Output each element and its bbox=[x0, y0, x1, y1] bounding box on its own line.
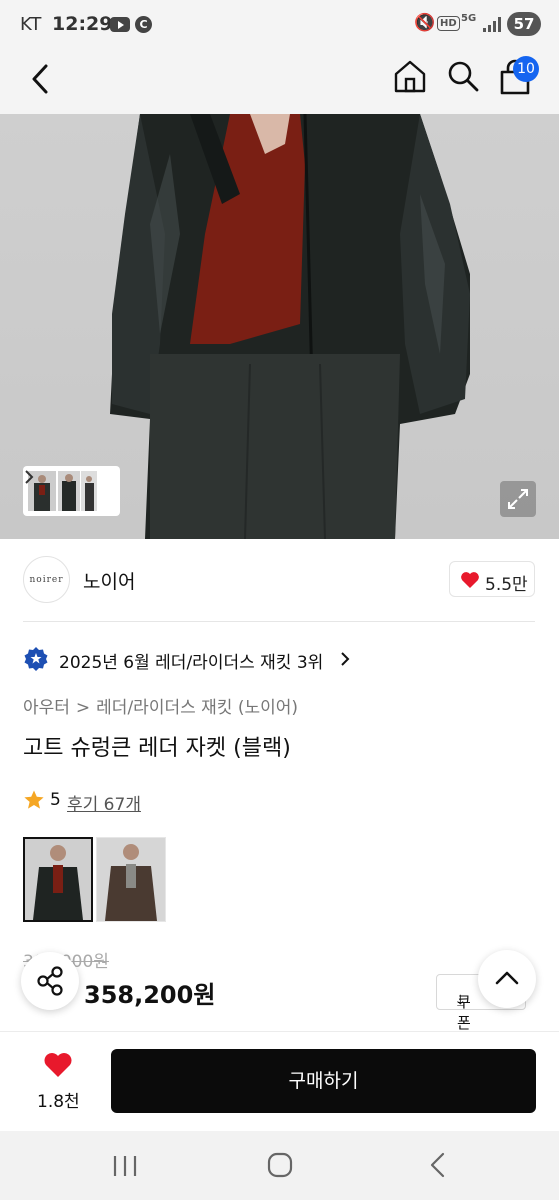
gallery-thumbnail bbox=[81, 471, 97, 511]
star-icon bbox=[24, 790, 44, 809]
divider bbox=[23, 621, 535, 622]
breadcrumb-subcategory[interactable]: 레더/라이더스 재킷 (노이어) bbox=[96, 698, 298, 718]
search-icon[interactable] bbox=[446, 59, 480, 93]
hd-voice-icon: HD bbox=[437, 16, 460, 31]
scroll-to-top-button[interactable] bbox=[478, 950, 536, 1008]
product-image[interactable] bbox=[0, 114, 559, 539]
cart-button[interactable]: 10 bbox=[497, 56, 539, 96]
variant-thumbnail bbox=[25, 839, 91, 920]
ranking-link[interactable]: 2025년 6월 레더/라이더스 재킷 3위 bbox=[23, 644, 543, 674]
buy-button[interactable]: 구매하기 bbox=[111, 1049, 536, 1113]
cart-count-badge: 10 bbox=[513, 56, 539, 82]
brand-logo[interactable]: noirer bbox=[23, 556, 70, 603]
expand-icon bbox=[508, 489, 528, 509]
coupon-label: 쿠폰 bbox=[457, 993, 471, 1032]
brand-name[interactable]: 노이어 bbox=[83, 567, 135, 594]
carrier-label: KT bbox=[20, 14, 42, 35]
home-icon[interactable] bbox=[392, 58, 428, 94]
gallery-thumbnail-strip[interactable] bbox=[23, 466, 120, 516]
chevron-right-icon bbox=[341, 652, 350, 666]
chevron-right-icon bbox=[25, 470, 34, 484]
share-icon bbox=[37, 966, 63, 996]
gallery-thumbnail bbox=[58, 471, 80, 511]
breadcrumb-separator: > bbox=[75, 698, 91, 718]
status-bar: KT 12:29 C 🔇 HD 5G 57 bbox=[0, 0, 559, 48]
ranking-text: 2025년 6월 레더/라이더스 재킷 3위 bbox=[59, 653, 324, 673]
app-bar: 10 bbox=[0, 48, 559, 166]
brand-like-button[interactable]: 5.5만 bbox=[449, 561, 535, 597]
home-nav-icon[interactable] bbox=[267, 1152, 293, 1178]
ranking-medal-icon bbox=[24, 647, 48, 671]
battery-indicator: 57 bbox=[507, 12, 541, 36]
review-count-link[interactable]: 후기 67개 bbox=[67, 790, 141, 815]
signal-icon bbox=[483, 17, 501, 32]
wishlist-count: 1.8천 bbox=[37, 1092, 80, 1112]
mute-icon: 🔇 bbox=[414, 13, 436, 33]
system-navigation-bar bbox=[0, 1131, 559, 1200]
heart-icon bbox=[461, 572, 479, 588]
brand-row[interactable]: noirer 노이어 5.5만 bbox=[0, 539, 559, 622]
wishlist-heart-icon[interactable] bbox=[43, 1052, 73, 1078]
expand-image-button[interactable] bbox=[500, 481, 536, 517]
recent-apps-icon[interactable] bbox=[112, 1153, 138, 1179]
back-nav-icon[interactable] bbox=[428, 1152, 448, 1178]
network-type-label: 5G bbox=[461, 13, 477, 24]
chevron-up-icon bbox=[495, 971, 519, 985]
variant-thumbnail bbox=[97, 838, 165, 921]
color-option-brown[interactable] bbox=[96, 837, 166, 922]
back-arrow-icon[interactable] bbox=[26, 61, 56, 97]
sale-price: 358,200원 bbox=[84, 981, 216, 1009]
rating-score: 5 bbox=[50, 790, 61, 810]
clock: 12:29 bbox=[52, 13, 113, 35]
c-notification-icon: C bbox=[135, 16, 152, 33]
color-option-black[interactable] bbox=[23, 837, 93, 922]
purchase-action-bar: 1.8천 구매하기 bbox=[0, 1031, 559, 1131]
share-button[interactable] bbox=[21, 952, 79, 1010]
brand-like-count: 5.5만 bbox=[485, 575, 528, 595]
breadcrumb-category[interactable]: 아우터 bbox=[23, 698, 70, 718]
youtube-notification-icon bbox=[110, 17, 130, 32]
breadcrumb: 아우터 > 레더/라이더스 재킷 (노이어) bbox=[23, 693, 298, 718]
product-title: 고트 슈렁큰 레더 자켓 (블랙) bbox=[23, 736, 291, 761]
